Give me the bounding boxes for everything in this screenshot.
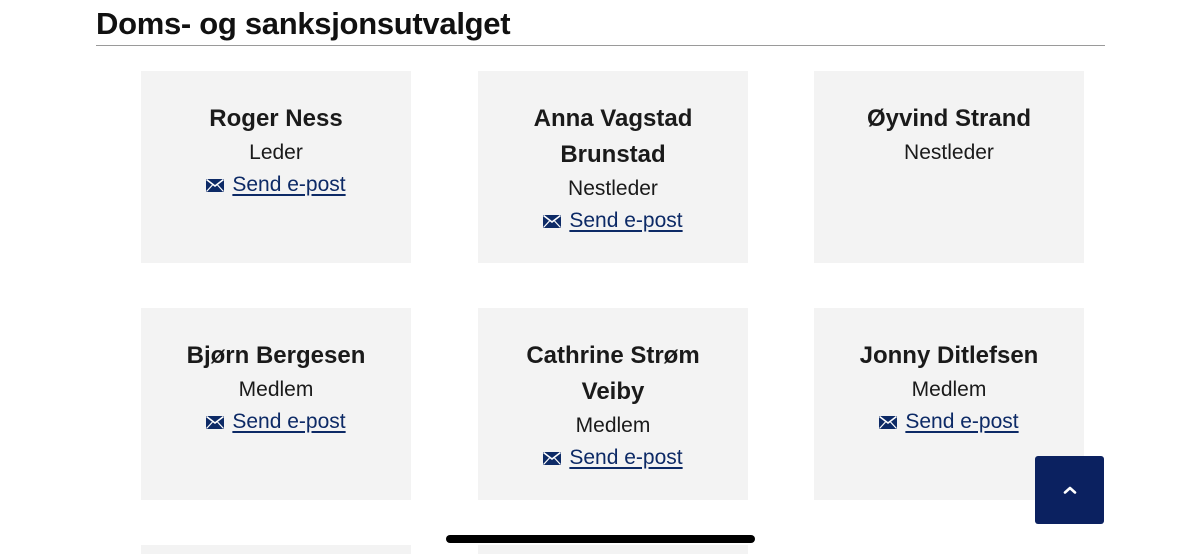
section-divider — [96, 45, 1105, 46]
send-email-label: Send e-post — [569, 209, 683, 232]
send-email-link[interactable]: Send e-post — [206, 169, 346, 201]
send-email-label: Send e-post — [569, 446, 683, 469]
member-role: Leder — [249, 141, 303, 164]
section-title: Doms- og sanksjonsutvalget — [96, 6, 511, 41]
envelope-icon — [543, 451, 562, 465]
send-email-label: Send e-post — [232, 410, 346, 433]
envelope-icon — [206, 178, 225, 192]
member-role: Medlem — [575, 414, 651, 437]
member-role: Nestleder — [904, 141, 994, 164]
member-name: Cathrine Strøm Veiby — [526, 342, 700, 405]
member-card: Roger Ness Leder Send e-post — [141, 71, 411, 263]
back-to-top-button[interactable] — [1035, 456, 1104, 524]
send-email-label: Send e-post — [905, 410, 1019, 433]
send-email-link[interactable]: Send e-post — [543, 205, 683, 237]
envelope-icon — [879, 415, 898, 429]
send-email-link[interactable]: Send e-post — [543, 442, 683, 474]
home-indicator[interactable] — [446, 535, 755, 543]
page: Doms- og sanksjonsutvalget Roger Ness Le… — [0, 0, 1200, 554]
member-card: Øyvind Strand Nestleder — [814, 71, 1084, 263]
send-email-link[interactable]: Send e-post — [206, 406, 346, 438]
member-name: Bjørn Bergesen — [186, 342, 366, 369]
send-email-label: Send e-post — [232, 173, 346, 196]
member-role: Medlem — [911, 378, 987, 401]
member-card-partial — [141, 545, 411, 554]
send-email-link[interactable]: Send e-post — [879, 406, 1019, 438]
member-role: Nestleder — [568, 177, 658, 200]
member-name: Anna Vagstad Brunstad — [533, 105, 693, 168]
chevron-up-icon — [1063, 486, 1076, 494]
member-name: Jonny Ditlefsen — [859, 342, 1039, 369]
member-name: Øyvind Strand — [866, 105, 1032, 132]
member-role: Medlem — [238, 378, 314, 401]
envelope-icon — [206, 415, 225, 429]
envelope-icon — [543, 214, 562, 228]
member-card: Cathrine Strøm Veiby Medlem Send e-post — [478, 308, 748, 500]
member-card: Bjørn Bergesen Medlem Send e-post — [141, 308, 411, 500]
member-card: Anna Vagstad Brunstad Nestleder Send e-p… — [478, 71, 748, 263]
member-card-partial — [478, 545, 748, 554]
member-name: Roger Ness — [209, 105, 343, 132]
